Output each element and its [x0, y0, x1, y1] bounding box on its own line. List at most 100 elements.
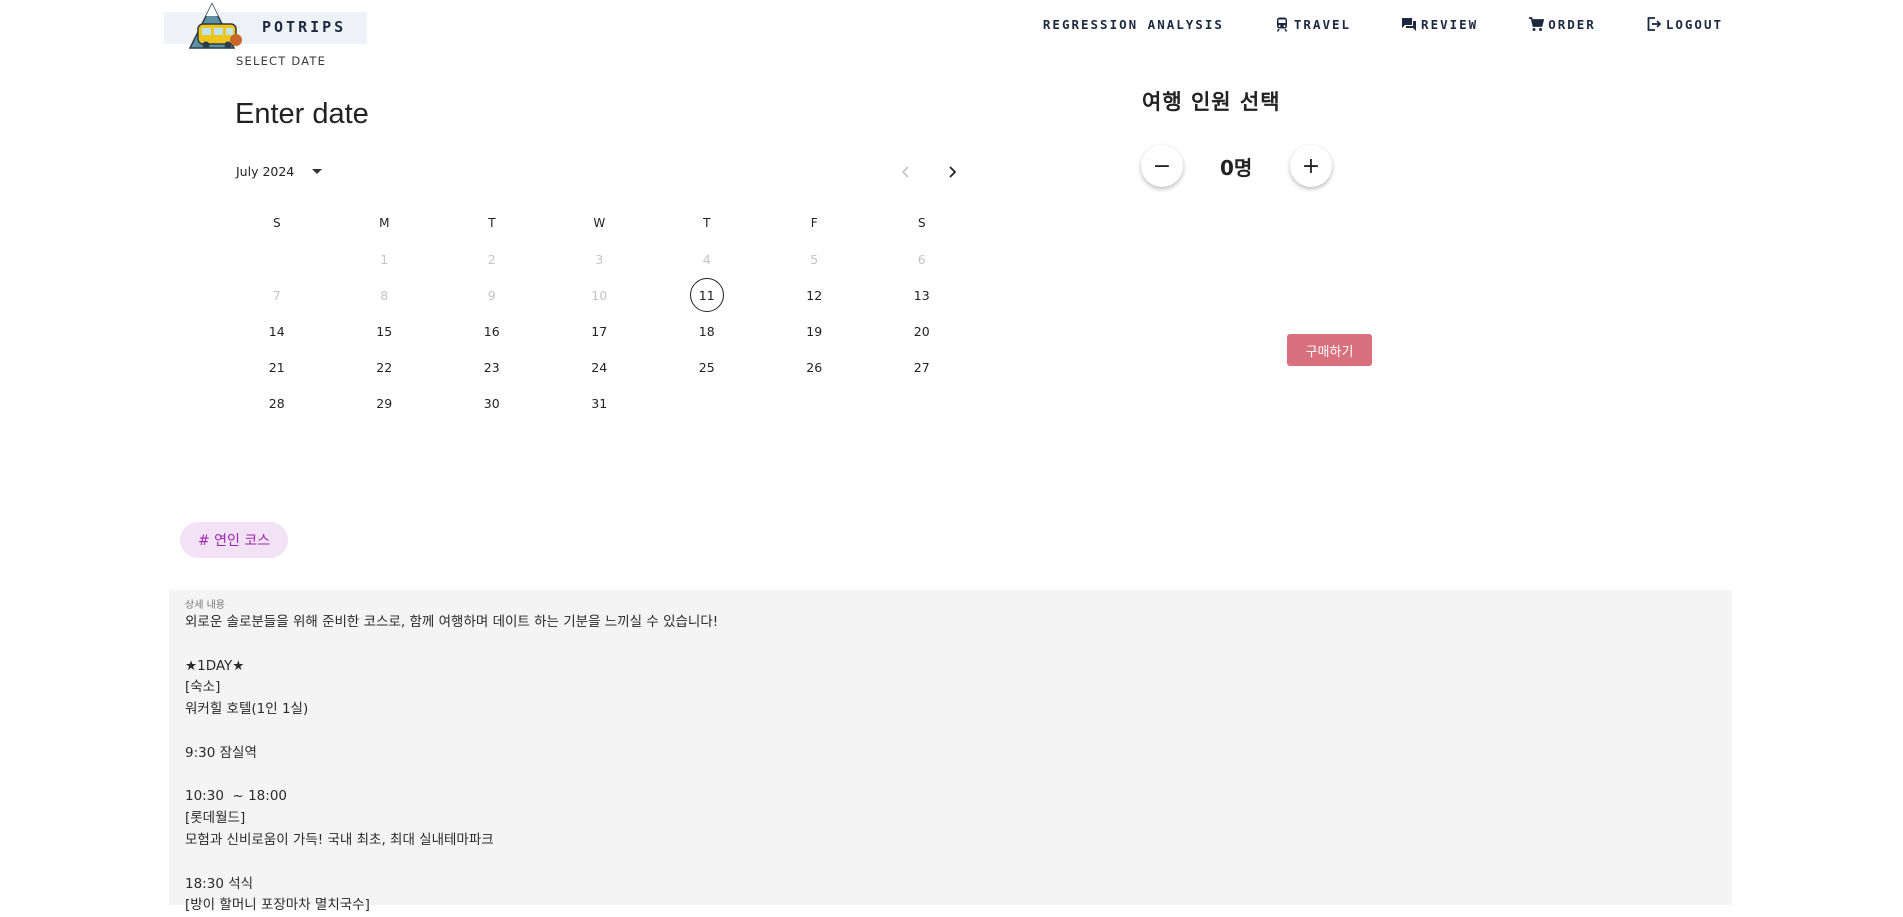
chat-icon	[1402, 18, 1417, 31]
calendar-cell: 24	[546, 349, 654, 385]
weekday-label: S	[917, 216, 926, 230]
people-title: 여행 인원 선택	[1142, 90, 1281, 114]
calendar-cell: 21	[223, 349, 331, 385]
details-panel: 상세 내용 외로운 솔로분들을 위해 준비한 코스로, 함께 여행하며 데이트 …	[169, 590, 1732, 913]
calendar-day[interactable]: 22	[368, 351, 400, 383]
calendar-day-today[interactable]: 11	[689, 278, 724, 312]
bus-logo-icon	[188, 2, 242, 49]
weekday-label: T	[703, 216, 711, 230]
calendar-cell: 23	[438, 349, 546, 385]
calendar-day[interactable]: 31	[583, 387, 615, 419]
details-label: 상세 내용	[185, 600, 225, 611]
calendar-day[interactable]: 13	[906, 279, 938, 311]
calendar-day[interactable]: 21	[261, 351, 293, 383]
increase-people-button[interactable]: +	[1290, 145, 1332, 187]
nav-label: LOGOUT	[1665, 16, 1723, 32]
calendar-day[interactable]: 23	[476, 351, 508, 383]
calendar-day[interactable]: 14	[261, 315, 293, 347]
nav-travel[interactable]: TRAVEL	[1274, 16, 1351, 32]
calendar-cell: 17	[546, 313, 654, 349]
calendar-day[interactable]: 25	[691, 351, 723, 383]
calendar-cell: 12	[761, 277, 869, 313]
calendar-cell: 3	[546, 241, 654, 277]
calendar-cell: 28	[223, 385, 331, 421]
calendar-day: 1	[380, 251, 389, 267]
calendar-cell: 27	[868, 349, 976, 385]
calendar-cell: 25	[653, 349, 761, 385]
calendar-cell: 7	[223, 277, 331, 313]
calendar-day[interactable]: 29	[368, 387, 400, 419]
chevron-right-icon[interactable]	[942, 162, 962, 182]
weekday-label: T	[488, 216, 496, 230]
caret-down-icon	[312, 169, 323, 174]
nav-label: REGRESSION ANALYSIS	[1042, 16, 1224, 32]
calendar-day[interactable]: 24	[583, 351, 615, 383]
nav-label: ORDER	[1548, 16, 1596, 32]
nav-label: REVIEW	[1421, 16, 1479, 32]
calendar-day: 4	[702, 251, 711, 267]
calendar-cell: 10	[546, 277, 654, 313]
calendar-cell: 13	[868, 277, 976, 313]
calendar-cell: 29	[331, 385, 439, 421]
plus-icon: +	[1301, 153, 1321, 179]
calendar-cell: 4	[653, 241, 761, 277]
weekday-label: F	[810, 216, 818, 230]
nav-regression-analysis[interactable]: REGRESSION ANALYSIS	[1043, 17, 1224, 32]
calendar-day: 3	[595, 251, 604, 267]
calendar-cell: 30	[438, 385, 546, 421]
calendar-day[interactable]: 17	[583, 315, 615, 347]
calendar-day[interactable]: 15	[368, 315, 400, 347]
course-tag-chip[interactable]: # 연인 코스	[180, 522, 289, 558]
empty-day-cell	[653, 385, 761, 421]
logo-text: POTRIPS	[262, 18, 347, 36]
weekday-label: S	[272, 216, 281, 230]
empty-day-cell	[868, 385, 976, 421]
calendar-day[interactable]: 18	[691, 315, 723, 347]
calendar-day: 8	[380, 287, 389, 303]
logo[interactable]: POTRIPS	[164, 2, 367, 49]
nav-label: TRAVEL	[1293, 16, 1352, 32]
calendar-day[interactable]: 26	[798, 351, 830, 383]
month-select[interactable]: July 2024	[236, 164, 323, 179]
top-nav: REGRESSION ANALYSIS TRAVEL REVIEW ORDER	[1043, 16, 1723, 32]
calendar-cell: 5	[761, 241, 869, 277]
nav-logout[interactable]: LOGOUT	[1646, 16, 1723, 32]
calendar-grid: SMTWTFS 1 2 3 4 5 6 7 8 9 10 11 12 13 14 15 16 17 18 19 20 2…	[223, 205, 1083, 421]
calendar-cell: 16	[438, 313, 546, 349]
calendar-week-row: 28 29 30 31	[223, 385, 1083, 421]
calendar-cell: 1	[331, 241, 439, 277]
calendar-cell: 31	[546, 385, 654, 421]
people-count: 0명	[1220, 156, 1253, 180]
minus-icon: −	[1152, 153, 1172, 179]
calendar-day[interactable]: 16	[476, 315, 508, 347]
nav-order[interactable]: ORDER	[1528, 16, 1596, 32]
weekday-label: W	[593, 216, 606, 230]
calendar-day[interactable]: 27	[906, 351, 938, 383]
calendar-cell: 6	[868, 241, 976, 277]
calendar-day[interactable]: 12	[798, 279, 830, 311]
calendar-week-row: 14 15 16 17 18 19 20	[223, 313, 1083, 349]
calendar-day[interactable]: 28	[261, 387, 293, 419]
calendar-day[interactable]: 20	[906, 315, 938, 347]
calendar-weeks: 1 2 3 4 5 6 7 8 9 10 11 12 13 14 15 16 17 18 19 20 21 22 23 24 2…	[223, 241, 1083, 421]
calendar-week-row: 1 2 3 4 5 6	[223, 241, 1083, 277]
calendar-day: 7	[272, 287, 281, 303]
empty-day-cell	[223, 241, 331, 277]
decrease-people-button[interactable]: −	[1141, 145, 1183, 187]
calendar-cell: 15	[331, 313, 439, 349]
calendar-day: 5	[810, 251, 819, 267]
empty-day-cell	[761, 385, 869, 421]
month-label: July 2024	[236, 164, 295, 179]
calendar-cell: 18	[653, 313, 761, 349]
date-picker-label: SELECT DATE	[236, 54, 327, 68]
buy-button[interactable]: 구매하기	[1287, 334, 1372, 366]
calendar-cell: 26	[761, 349, 869, 385]
nav-review[interactable]: REVIEW	[1401, 16, 1478, 32]
calendar-cell: 11	[653, 277, 761, 313]
calendar-day: 2	[487, 251, 496, 267]
calendar-cell: 22	[331, 349, 439, 385]
date-picker-heading: Enter date	[235, 98, 369, 130]
chevron-left-icon[interactable]	[896, 162, 916, 182]
calendar-day[interactable]: 30	[476, 387, 508, 419]
calendar-day[interactable]: 19	[798, 315, 830, 347]
